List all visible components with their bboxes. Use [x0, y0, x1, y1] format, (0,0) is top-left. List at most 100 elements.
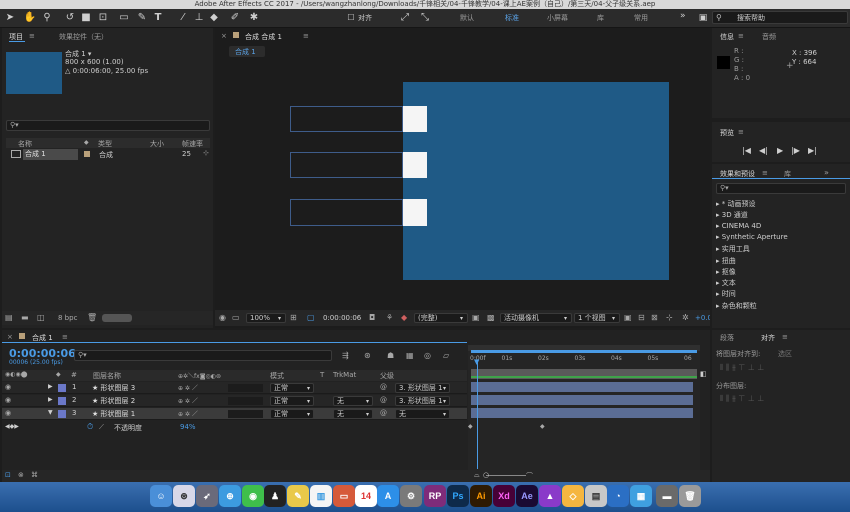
col-name[interactable]: 名称 [18, 139, 32, 149]
zoom-dropdown[interactable]: 100% ▾ [246, 313, 286, 323]
project-search-input[interactable]: ⚲▾ [6, 120, 210, 131]
mode-dropdown[interactable]: 正常 ▾ [270, 409, 314, 419]
graph-editor-icon[interactable]: ▱ [443, 351, 449, 360]
graph-icon[interactable]: ⟋ [99, 423, 104, 432]
shape-layer-1[interactable] [403, 199, 427, 226]
notes-icon[interactable]: ✎ [287, 485, 309, 507]
label-color[interactable] [58, 397, 66, 405]
first-frame-icon[interactable]: |◀ [742, 146, 751, 155]
effects-item[interactable]: ▸ 文本 [716, 278, 736, 288]
layer-bar-2[interactable] [471, 395, 693, 405]
align-to-selection[interactable]: 选区 [778, 349, 792, 359]
color-channel-icon[interactable]: ◆ [401, 313, 407, 322]
parent-dropdown[interactable]: 3. 形状图层 1 ▾ [395, 383, 450, 393]
col-type[interactable]: 类型 [98, 139, 112, 149]
layer-switches-icon[interactable]: ⊕ ✲ ／ [178, 409, 198, 418]
keyframe-end[interactable]: ◆ [540, 423, 545, 430]
wechat-icon[interactable]: ◉ [242, 485, 264, 507]
effects-item[interactable]: ▸ 实用工具 [716, 244, 750, 254]
shape-layer-2-outline[interactable] [290, 152, 403, 178]
pickwhip-icon[interactable]: @ [380, 396, 387, 404]
col-source-name[interactable]: 图层名称 [93, 371, 121, 381]
interpret-icon[interactable]: ▤ [5, 313, 13, 322]
last-frame-icon[interactable]: ▶| [808, 146, 817, 155]
show-snapshot-icon[interactable]: ⚘ [386, 313, 393, 322]
motion-icon[interactable]: ▲ [539, 485, 561, 507]
roi-icon[interactable]: ▣ [472, 313, 480, 322]
layer-bar-1[interactable] [471, 382, 693, 392]
toggle-switches-icon[interactable]: ⊡ [5, 471, 11, 479]
menu-icon[interactable]: ≡ [762, 169, 768, 177]
layer-bar-3[interactable] [471, 408, 693, 418]
label-color[interactable] [58, 410, 66, 418]
stopwatch-icon[interactable]: ⏱ [87, 422, 93, 432]
comp-subtab[interactable]: 合成 1 [229, 46, 265, 57]
more-icon[interactable]: » [824, 168, 829, 177]
reset-exposure-icon[interactable]: ✲ [682, 313, 689, 322]
project-item-row[interactable]: 合成 1 合成 25 ⊹ [6, 149, 210, 160]
timeline-search-input[interactable]: ⚲▾ [74, 350, 332, 361]
comp-button-icon[interactable]: ◧ [700, 370, 707, 378]
zoom-out-icon[interactable]: ⌓ [474, 471, 480, 480]
layer-row[interactable]: ◉ ▶ 2 ★ 形状图层 2 ⊕ ✲ ／ 正常 ▾ 无 ▾ @ 3. 形状图层 1 ▾ [2, 395, 467, 407]
exposure-value[interactable]: +0.0 [695, 314, 710, 322]
next-frame-icon[interactable]: |▶ [791, 146, 800, 155]
parent-dropdown[interactable]: 3. 形状图层 1 ▾ [395, 396, 450, 406]
timeline-icon[interactable]: ⊠ [651, 313, 658, 322]
trkmat-dropdown[interactable]: 无 ▾ [333, 396, 373, 406]
toggle-in-out-icon[interactable]: ⌘ [31, 471, 38, 479]
shape-layer-1-outline[interactable] [290, 199, 403, 226]
menu-icon[interactable]: ≡ [29, 32, 35, 40]
expand-icon[interactable]: ⤡ [418, 11, 432, 25]
col-fps[interactable]: 帧速率 [182, 139, 203, 149]
preview-app-icon[interactable]: ▤ [585, 485, 607, 507]
illustrator-icon[interactable]: Ai [470, 485, 492, 507]
calendar-icon[interactable]: 14 [355, 485, 377, 507]
shape-layer-3-outline[interactable] [290, 106, 403, 132]
hand-tool-icon[interactable]: ✋ [23, 11, 37, 25]
snapshot-icon[interactable]: ◘ [369, 313, 375, 322]
layer-row[interactable]: ◉ ▼ 3 ★ 形状图层 1 ⊕ ✲ ／ 正常 ▾ 无 ▾ @ 无 ▾ [2, 408, 467, 420]
layer-name[interactable]: ★ 形状图层 1 [92, 409, 135, 419]
effects-item[interactable]: ▸ Synthetic Aperture [716, 233, 788, 241]
mode-dropdown[interactable]: 正常 ▾ [270, 383, 314, 393]
zoom-slider-thumb[interactable]: ○ [483, 471, 489, 479]
mask-icon[interactable]: ▢ [307, 313, 315, 322]
transparency-grid-icon[interactable]: ▩ [487, 313, 495, 322]
pickwhip-icon[interactable]: @ [380, 409, 387, 417]
switch-boxes[interactable] [228, 397, 263, 405]
composition-canvas[interactable] [403, 82, 669, 280]
close-icon[interactable]: × [7, 333, 13, 341]
play-icon[interactable]: ▶ [777, 146, 783, 155]
puppet-tool-icon[interactable]: ✱ [247, 11, 261, 25]
opacity-value[interactable]: 94% [180, 423, 196, 431]
close-icon[interactable]: × [221, 32, 227, 40]
finder-icon[interactable]: ☺ [150, 485, 172, 507]
effects-item[interactable]: ▸ 扭曲 [716, 256, 736, 266]
rocket-icon[interactable]: ➶ [196, 485, 218, 507]
fast-preview-icon[interactable]: ⊟ [638, 313, 645, 322]
prev-frame-icon[interactable]: ◀| [759, 146, 768, 155]
shape-layer-3[interactable] [403, 106, 427, 132]
workspace-library[interactable]: 库 [597, 12, 604, 24]
switch-boxes[interactable] [228, 410, 263, 418]
bpc-label[interactable]: 8 bpc [58, 314, 77, 322]
type-tool-icon[interactable]: T [151, 11, 165, 25]
qq-icon[interactable]: ♟ [264, 485, 286, 507]
camera-dropdown[interactable]: 活动摄像机 ▾ [500, 313, 572, 323]
rotate-tool-icon[interactable]: ↺ [63, 11, 77, 25]
parent-dropdown[interactable]: 无 ▾ [395, 409, 450, 419]
axure-icon[interactable]: RP [424, 485, 446, 507]
workspace-small-screen[interactable]: 小屏幕 [547, 12, 568, 24]
menu-icon[interactable]: ≡ [62, 333, 68, 341]
time-ruler[interactable]: 0:00f 01s 02s 03s 04s 05s 06 [468, 353, 700, 365]
workspace-more[interactable]: » [680, 10, 686, 22]
mode-dropdown[interactable]: 正常 ▾ [270, 396, 314, 406]
new-comp-icon[interactable]: ◫ [37, 313, 45, 322]
tab-align[interactable]: 对齐 [761, 333, 775, 343]
viewer-timecode[interactable]: 0:00:00:06 [323, 314, 361, 322]
selection-tool-icon[interactable]: ➤ [3, 11, 17, 25]
folder-icon[interactable]: ▬ [21, 313, 29, 322]
clone-tool-icon[interactable]: ⊥ [192, 11, 206, 25]
panel-menu-icon[interactable]: ▣ [697, 11, 709, 25]
